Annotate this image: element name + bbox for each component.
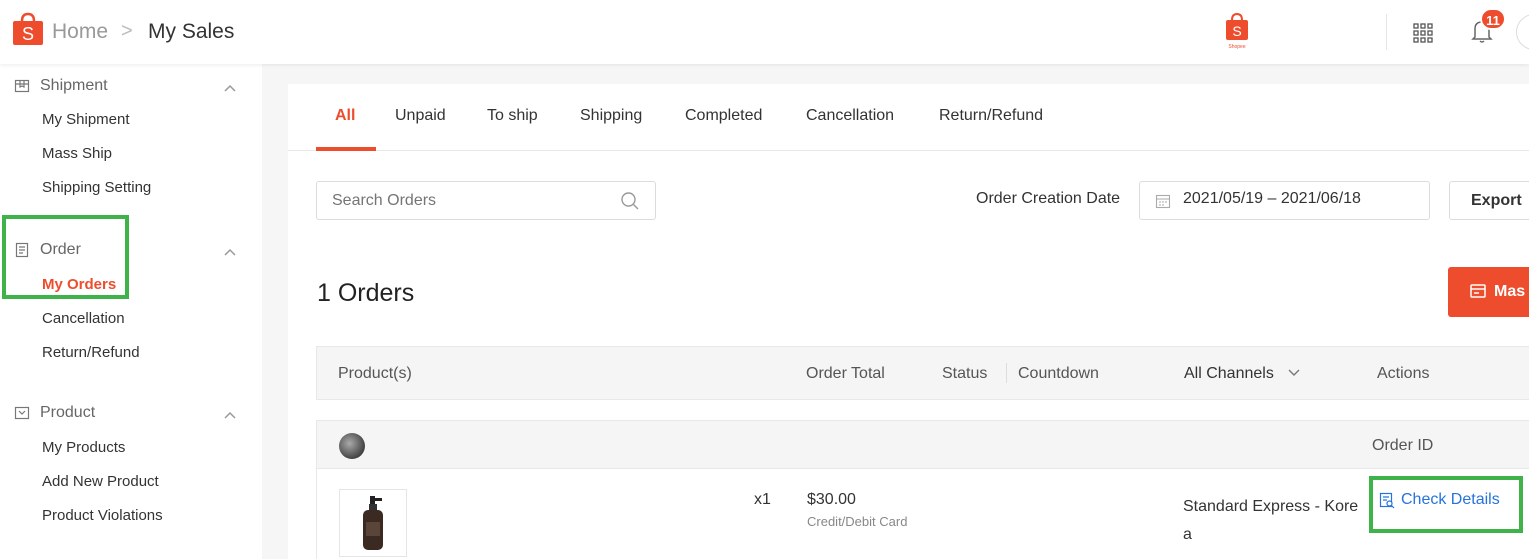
shopee-center-logo-icon: S Shopee	[1226, 12, 1248, 50]
apps-grid-icon[interactable]	[1412, 22, 1434, 44]
tab-all[interactable]: All	[335, 107, 355, 125]
shopee-logo-icon[interactable]: S	[12, 12, 44, 46]
shipment-icon	[14, 79, 30, 93]
mass-ship-button[interactable]: Mas	[1448, 267, 1529, 317]
buyer-avatar[interactable]	[339, 433, 365, 459]
header-divider	[1386, 14, 1387, 50]
sidebar-item-my-shipment[interactable]: My Shipment	[42, 111, 130, 128]
sidebar-section-label: Shipment	[40, 77, 108, 94]
column-order-total: Order Total	[806, 365, 885, 382]
tab-completed[interactable]: Completed	[685, 107, 762, 125]
mass-ship-label: Mas	[1494, 283, 1526, 300]
order-id-label: Order ID	[1372, 437, 1434, 454]
orders-table-header: Product(s) Order Total Status Countdown …	[316, 346, 1529, 400]
order-row: x1 $30.00 Credit/Debit Card Standard Exp…	[316, 469, 1529, 559]
sidebar-item-mass-ship[interactable]: Mass Ship	[42, 145, 112, 162]
sidebar-item-cancellation[interactable]: Cancellation	[42, 310, 125, 327]
payment-method: Credit/Debit Card	[807, 514, 908, 529]
search-input[interactable]	[316, 181, 656, 220]
channels-filter-label: All Channels	[1184, 365, 1274, 382]
date-range-value: 2021/05/19 – 2021/06/18	[1183, 190, 1361, 207]
product-bottle-image	[363, 496, 383, 550]
sidebar-item-return-refund[interactable]: Return/Refund	[42, 344, 140, 361]
calendar-icon	[1155, 194, 1171, 209]
sidebar-item-my-products[interactable]: My Products	[42, 439, 125, 456]
tab-shipping[interactable]: Shipping	[580, 107, 642, 125]
breadcrumb-current: My Sales	[148, 20, 235, 43]
order-card-header: Order ID	[316, 420, 1529, 469]
sidebar-section-shipment[interactable]: Shipment	[14, 77, 108, 95]
highlight-box-my-orders	[2, 215, 129, 299]
chevron-up-icon[interactable]	[222, 407, 238, 423]
search-icon[interactable]	[620, 191, 640, 211]
svg-text:S: S	[22, 24, 34, 44]
sidebar-item-shipping-setting[interactable]: Shipping Setting	[42, 179, 151, 196]
avatar[interactable]	[1516, 14, 1529, 50]
shipping-channel: Standard Express - Korea	[1183, 498, 1359, 543]
order-total: $30.00	[807, 491, 856, 508]
channels-filter-dropdown[interactable]: All Channels	[1184, 365, 1302, 383]
notification-badge: 11	[1480, 8, 1506, 30]
tab-cancellation[interactable]: Cancellation	[806, 107, 894, 125]
sidebar-section-product[interactable]: Product	[14, 404, 95, 422]
sidebar-section-label: Product	[40, 404, 96, 421]
mass-ship-icon	[1470, 284, 1486, 298]
sidebar: Shipment My Shipment Mass Ship Shipping …	[0, 64, 262, 559]
column-actions: Actions	[1377, 365, 1430, 382]
order-quantity: x1	[754, 491, 771, 508]
sidebar-item-add-new-product[interactable]: Add New Product	[42, 473, 159, 490]
export-button[interactable]: Export	[1449, 181, 1529, 220]
tab-to-ship[interactable]: To ship	[487, 107, 538, 125]
chevron-up-icon[interactable]	[222, 244, 238, 260]
column-separator	[1006, 363, 1007, 383]
product-thumbnail[interactable]	[339, 489, 407, 557]
sidebar-item-product-violations[interactable]: Product Violations	[42, 507, 163, 524]
chevron-up-icon[interactable]	[222, 80, 238, 96]
column-status: Status	[942, 365, 988, 382]
center-logo-caption: Shopee	[1228, 44, 1245, 50]
active-tab-indicator	[316, 147, 376, 151]
breadcrumb-separator: >	[121, 20, 133, 42]
orders-panel: All Unpaid To ship Shipping Completed Ca…	[288, 84, 1529, 559]
order-tabs: All Unpaid To ship Shipping Completed Ca…	[288, 84, 1529, 151]
highlight-box-check-details	[1369, 476, 1523, 533]
chevron-down-icon	[1288, 369, 1300, 376]
breadcrumb-home[interactable]: Home	[52, 20, 108, 44]
orders-count: 1 Orders	[317, 279, 415, 307]
column-products: Product(s)	[338, 365, 412, 382]
tab-unpaid[interactable]: Unpaid	[395, 107, 446, 125]
column-countdown: Countdown	[1018, 365, 1099, 382]
top-header: S Home > My Sales S Shopee 11	[0, 0, 1529, 64]
tab-return-refund[interactable]: Return/Refund	[939, 107, 1043, 125]
product-icon	[14, 406, 30, 420]
svg-text:S: S	[1232, 23, 1241, 39]
date-filter-label: Order Creation Date	[976, 190, 1121, 207]
